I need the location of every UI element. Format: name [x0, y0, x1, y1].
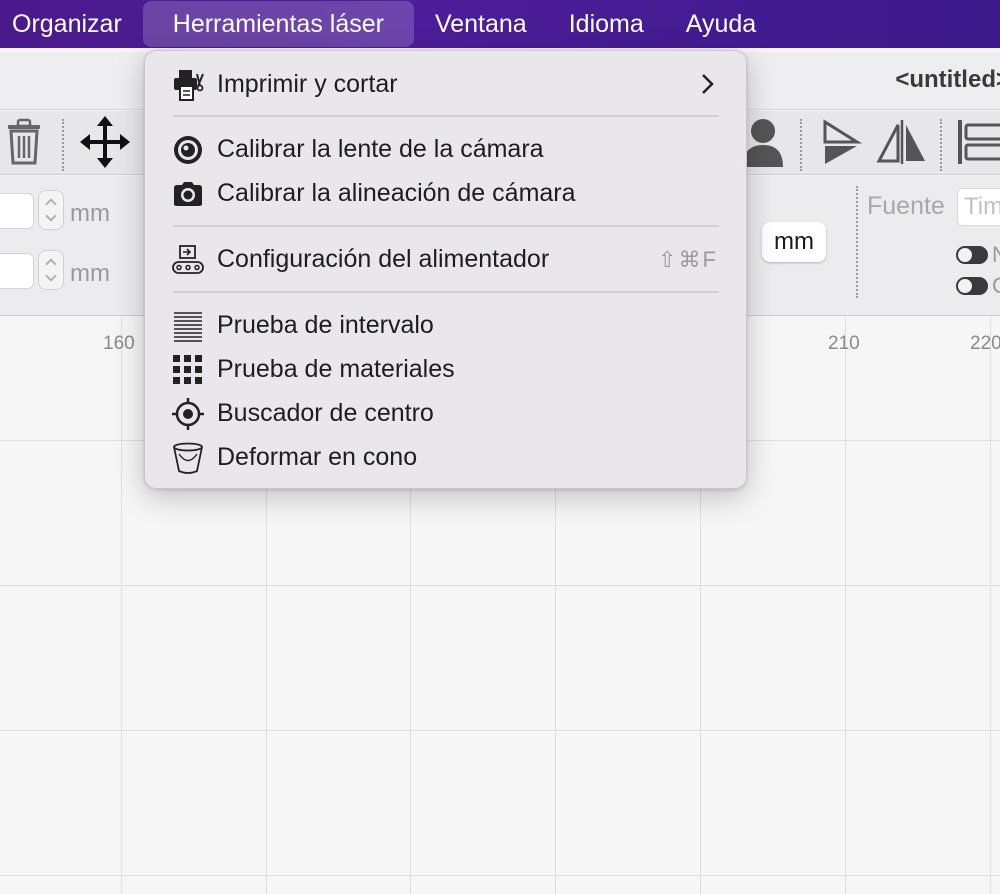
toggle-switch-1[interactable] — [956, 246, 988, 264]
menu-separator — [173, 225, 719, 227]
menu-organizar[interactable]: Organizar — [0, 0, 143, 48]
cone-cup-icon — [173, 442, 203, 474]
align-left-icon[interactable] — [956, 117, 1000, 167]
printer-scissors-icon — [174, 70, 204, 101]
trash-icon[interactable] — [4, 117, 44, 167]
crosshair-target-icon — [172, 398, 204, 430]
laser-tools-dropdown-menu: Imprimir y cortar Calibrar la lente de l… — [144, 50, 747, 489]
menu-item-calibrate-camera-alignment[interactable]: Calibrar la alineación de cámara — [145, 173, 746, 213]
menu-separator — [173, 115, 719, 117]
chevron-right-icon — [702, 74, 714, 94]
interval-lines-icon — [174, 312, 202, 342]
menu-item-feeder-configuration[interactable]: Configuración del alimentador ⇧⌘F — [145, 239, 746, 279]
grid-line — [0, 730, 1000, 731]
material-grid-icon — [173, 355, 202, 384]
mirror-horizontal-icon[interactable] — [820, 117, 862, 167]
font-label: Fuente — [867, 192, 945, 220]
conveyor-feeder-icon — [172, 245, 204, 274]
menu-item-print-and-cut[interactable]: Imprimir y cortar — [145, 64, 746, 104]
menu-item-label: Deformar en cono — [217, 443, 418, 471]
ruler-label: 220 — [970, 333, 1000, 354]
keyboard-shortcut: ⇧⌘F — [658, 247, 718, 272]
menu-ventana[interactable]: Ventana — [414, 0, 548, 48]
camera-icon — [174, 182, 202, 206]
grid-line — [0, 875, 1000, 876]
menu-item-label: Configuración del alimentador — [217, 245, 550, 273]
document-title: <untitled> — [895, 66, 1000, 93]
menu-item-label: Buscador de centro — [217, 399, 434, 427]
toolbar-separator — [800, 119, 802, 171]
menu-herramientas-laser[interactable]: Herramientas láser — [142, 1, 414, 47]
unit-label-x: mm — [70, 200, 110, 227]
unit-label-y: mm — [70, 260, 110, 287]
menu-ayuda[interactable]: Ayuda — [665, 0, 777, 48]
menu-idioma[interactable]: Idioma — [548, 0, 665, 48]
toggle-switch-2[interactable] — [956, 277, 988, 295]
grid-line — [845, 317, 846, 894]
stepper-y[interactable] — [38, 250, 64, 290]
menu-item-material-test[interactable]: Prueba de materiales — [145, 349, 746, 389]
toggle-label-1: N — [992, 242, 1000, 267]
ruler-label: 210 — [828, 333, 860, 354]
mirror-vertical-icon[interactable] — [876, 117, 928, 167]
menu-item-label: Calibrar la alineación de cámara — [217, 179, 576, 207]
menu-item-interval-test[interactable]: Prueba de intervalo — [145, 305, 746, 345]
toolbar-separator — [940, 119, 942, 171]
grid-line — [990, 317, 991, 894]
menu-bar: Organizar Herramientas láser Ventana Idi… — [0, 0, 1000, 48]
menu-item-label: Prueba de intervalo — [217, 311, 434, 339]
menu-separator — [173, 291, 719, 293]
number-input-y[interactable] — [0, 253, 34, 289]
toolbar-separator — [62, 119, 64, 171]
unit-toggle-button[interactable]: mm — [762, 222, 826, 262]
camera-lens-icon — [174, 136, 202, 164]
number-input-x[interactable] — [0, 193, 34, 229]
grid-line — [0, 585, 1000, 586]
menu-item-cone-warp[interactable]: Deformar en cono — [145, 437, 746, 477]
stepper-x[interactable] — [38, 190, 64, 230]
menu-item-label: Prueba de materiales — [217, 355, 455, 383]
menu-item-calibrate-lens[interactable]: Calibrar la lente de la cámara — [145, 129, 746, 169]
ruler-label: 160 — [103, 333, 135, 354]
toggle-label-2: C — [992, 273, 1000, 298]
font-family-input[interactable]: Times — [957, 188, 1000, 226]
grid-line — [121, 317, 122, 894]
menu-item-center-finder[interactable]: Buscador de centro — [145, 393, 746, 433]
move-arrows-icon[interactable] — [80, 115, 130, 169]
menu-item-label: Calibrar la lente de la cámara — [217, 135, 544, 163]
panel-separator — [856, 186, 858, 298]
menu-item-label: Imprimir y cortar — [217, 70, 398, 98]
